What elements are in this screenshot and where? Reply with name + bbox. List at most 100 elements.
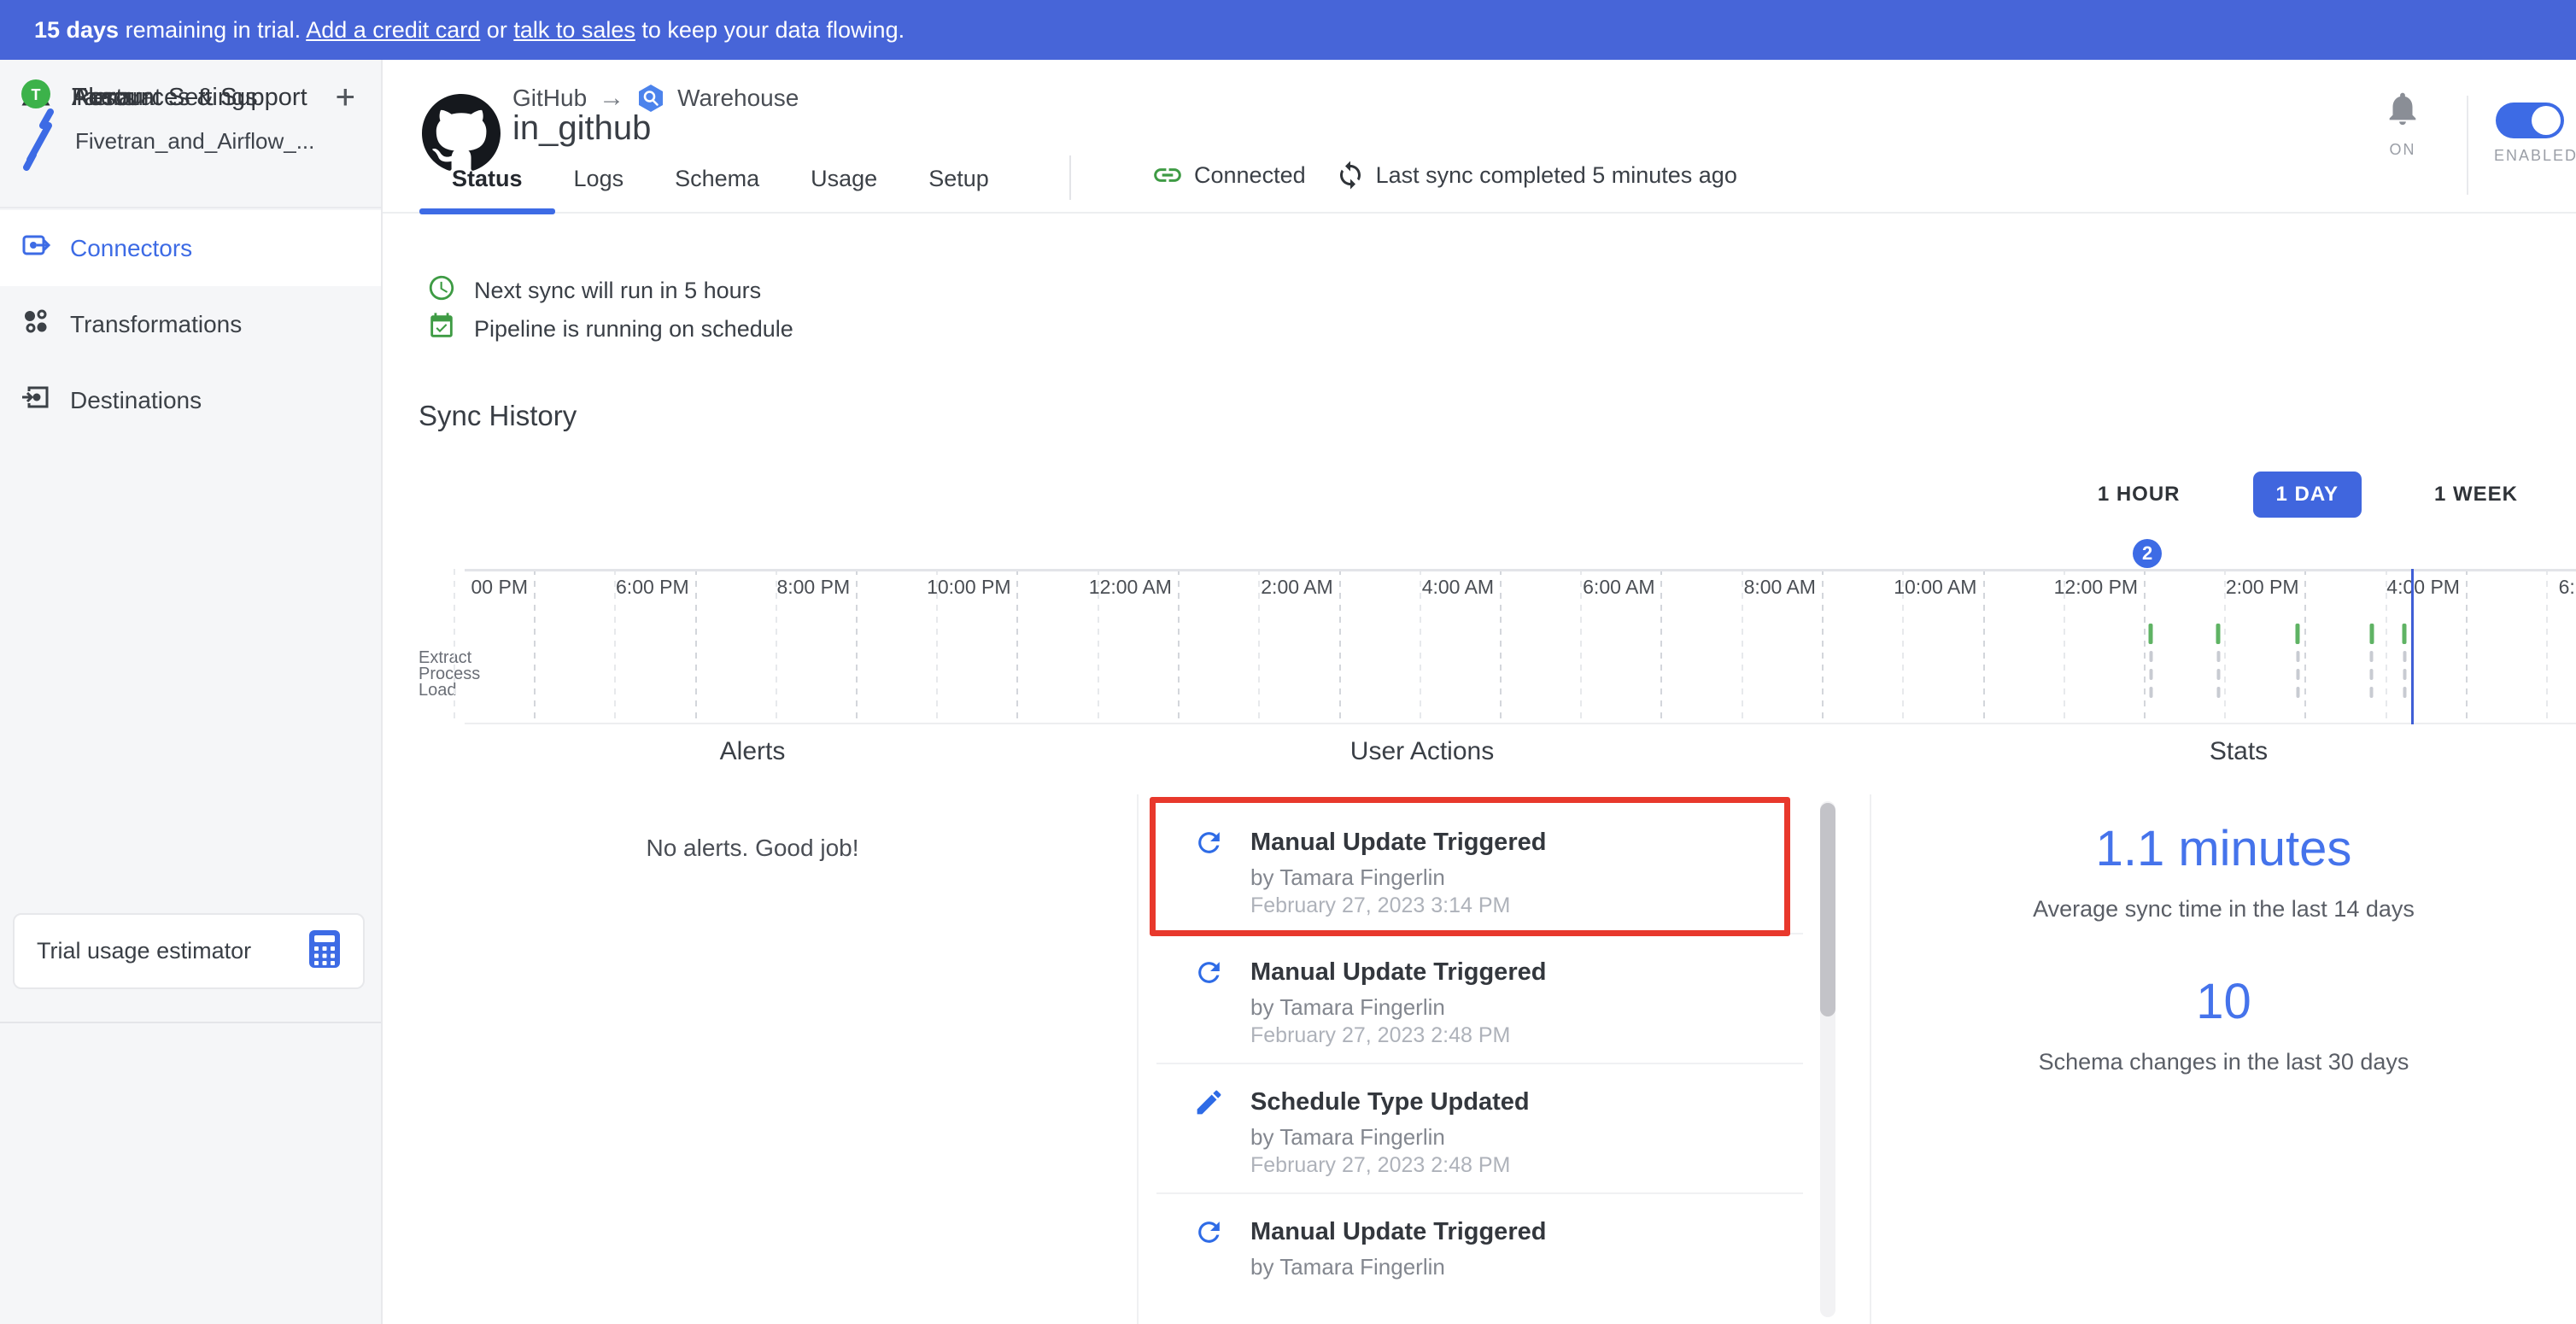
transformations-icon [20,306,51,337]
axis-tick-label: 6: [2559,576,2575,599]
minor-gridline [454,569,455,723]
chart-plot-area[interactable]: 00 PM 6:00 PM 8:00 PM 10:00 PM [475,513,2576,726]
tab[interactable]: Setup [928,166,989,214]
load-mark [2370,669,2374,680]
user-action-author: by Tamara Fingerlin [1250,864,1870,890]
sidebar-footer-label: Tamara [72,84,155,112]
time-range-button[interactable]: 1 HOUR [2075,472,2204,518]
sync-event-mark[interactable] [2403,624,2407,698]
user-action-title: Manual Update Triggered [1250,955,1870,989]
status-message-text: Pipeline is running on schedule [474,316,793,343]
sidebar-nav: Connectors [0,210,381,438]
tab[interactable]: Logs [574,166,624,214]
sync-count-badge[interactable]: 2 [2133,539,2162,568]
notifications-control[interactable]: ON [2371,89,2434,159]
calendar-check-icon [427,312,456,341]
sync-status-messages: Next sync will run in 5 hours Pipeline i… [427,272,793,349]
stat-caption: Schema changes in the last 30 days [1871,1049,2576,1075]
user-action-item[interactable]: Manual Update Triggered by Tamara Finger… [1139,825,1870,955]
load-mark [2403,669,2406,680]
tab[interactable]: Status [452,166,523,214]
sync-event-mark[interactable] [2149,624,2153,698]
time-range-button[interactable]: 1 DAY [2253,472,2362,518]
sync-event-mark[interactable] [2296,624,2300,698]
sidebar: Fivetran_and_Airflow_... [0,60,383,1324]
chart-row-label: Load [419,683,480,699]
breadcrumb-destination[interactable]: Warehouse [677,85,799,112]
warehouse-icon [636,84,665,113]
process-mark [2149,651,2152,662]
load-mark-2 [2370,687,2374,698]
breadcrumb-arrow-icon: → [599,84,624,113]
user-action-item[interactable]: Manual Update Triggered by Tamara Finger… [1139,1215,1870,1324]
sync-event-mark[interactable] [2369,624,2374,698]
axis-tick-label: 2:00 PM [2226,576,2299,599]
extract-mark [2296,624,2300,644]
axis-tick-label: 6:00 PM [616,576,689,599]
user-action-item[interactable]: Manual Update Triggered by Tamara Finger… [1139,955,1870,1085]
header-divider-2 [2467,96,2468,195]
user-action-item[interactable]: Schedule Type Updated by Tamara Fingerli… [1139,1085,1870,1215]
alerts-section-title: Alerts [720,737,786,766]
chart-baseline [465,723,2576,724]
last-sync-label: Last sync completed 5 minutes ago [1376,162,1737,189]
sidebar-footer-item[interactable]: T Tamara + [0,60,381,135]
extract-mark [2149,624,2153,644]
svg-text:T: T [32,86,41,103]
time-range-button[interactable]: 1 WEEK [2411,472,2541,518]
sync-refresh-icon[interactable] [1335,160,1366,190]
link-icon [1151,159,1184,191]
calculator-icon [308,929,341,973]
tab[interactable]: Usage [811,166,877,214]
load-mark-2 [2296,687,2299,698]
extract-mark [2403,624,2407,644]
expand-plus-icon[interactable]: + [336,79,355,117]
axis-tick-label: 10:00 AM [1894,576,1976,599]
refresh-icon [1193,827,1225,858]
process-mark [2370,651,2374,662]
bell-icon [2383,89,2422,128]
add-credit-card-link[interactable]: Add a credit card [306,17,480,43]
sidebar-nav-item[interactable]: Destinations [0,362,381,438]
sidebar-nav-item[interactable]: Transformations [0,286,381,362]
major-gridline [1660,569,1662,723]
connection-status: Connected Last sync completed 5 minutes … [1151,159,1737,191]
axis-tick-label: 8:00 AM [1744,576,1816,599]
major-gridline [2466,569,2468,723]
sidebar-divider [0,207,381,208]
minor-gridline [1742,569,1743,723]
header-divider [1069,155,1071,200]
github-logo-icon [422,94,501,177]
axis-tick-label: 10:00 PM [927,576,1010,599]
connector-header: GitHub → Warehouse in_github Status Logs… [383,60,2576,214]
major-gridline [534,569,536,723]
process-mark [2403,651,2406,662]
axis-tick-label: 00 PM [471,576,528,599]
minor-gridline [1420,569,1421,723]
major-gridline [1822,569,1824,723]
stats-column: 1.1 minutes Average sync time in the las… [1871,730,2576,1324]
trial-banner-text: remaining in trial. [119,17,306,43]
talk-to-sales-link[interactable]: talk to sales [513,17,635,43]
tab[interactable]: Schema [675,166,759,214]
extract-mark [2369,624,2374,644]
user-actions-panel: Manual Update Triggered by Tamara Finger… [1137,794,1871,1324]
user-action-author: by Tamara Fingerlin [1250,994,1870,1020]
trial-banner: 15 days remaining in trial. Add a credit… [0,0,2576,60]
refresh-icon [1193,1216,1225,1248]
user-action-author: by Tamara Fingerlin [1250,1124,1870,1150]
sync-event-mark[interactable] [2216,624,2221,698]
refresh-icon [1193,957,1225,988]
sidebar-nav-label: Connectors [70,235,192,262]
enabled-toggle[interactable] [2496,103,2564,138]
sidebar-nav-item[interactable]: Connectors [0,210,381,286]
no-alerts-message: No alerts. Good job! [646,835,858,862]
connectors-icon [20,230,51,261]
breadcrumb-source[interactable]: GitHub [512,85,587,112]
trial-usage-estimator[interactable]: Trial usage estimator [13,913,365,989]
user-actions-section-title: User Actions [1350,737,1494,766]
axis-tick-label: 2:00 AM [1261,576,1332,599]
scrollbar-thumb[interactable] [1820,803,1835,1016]
stat-value: 10 [1871,974,2576,1030]
toggle-state-label: ENABLED [2494,147,2566,165]
